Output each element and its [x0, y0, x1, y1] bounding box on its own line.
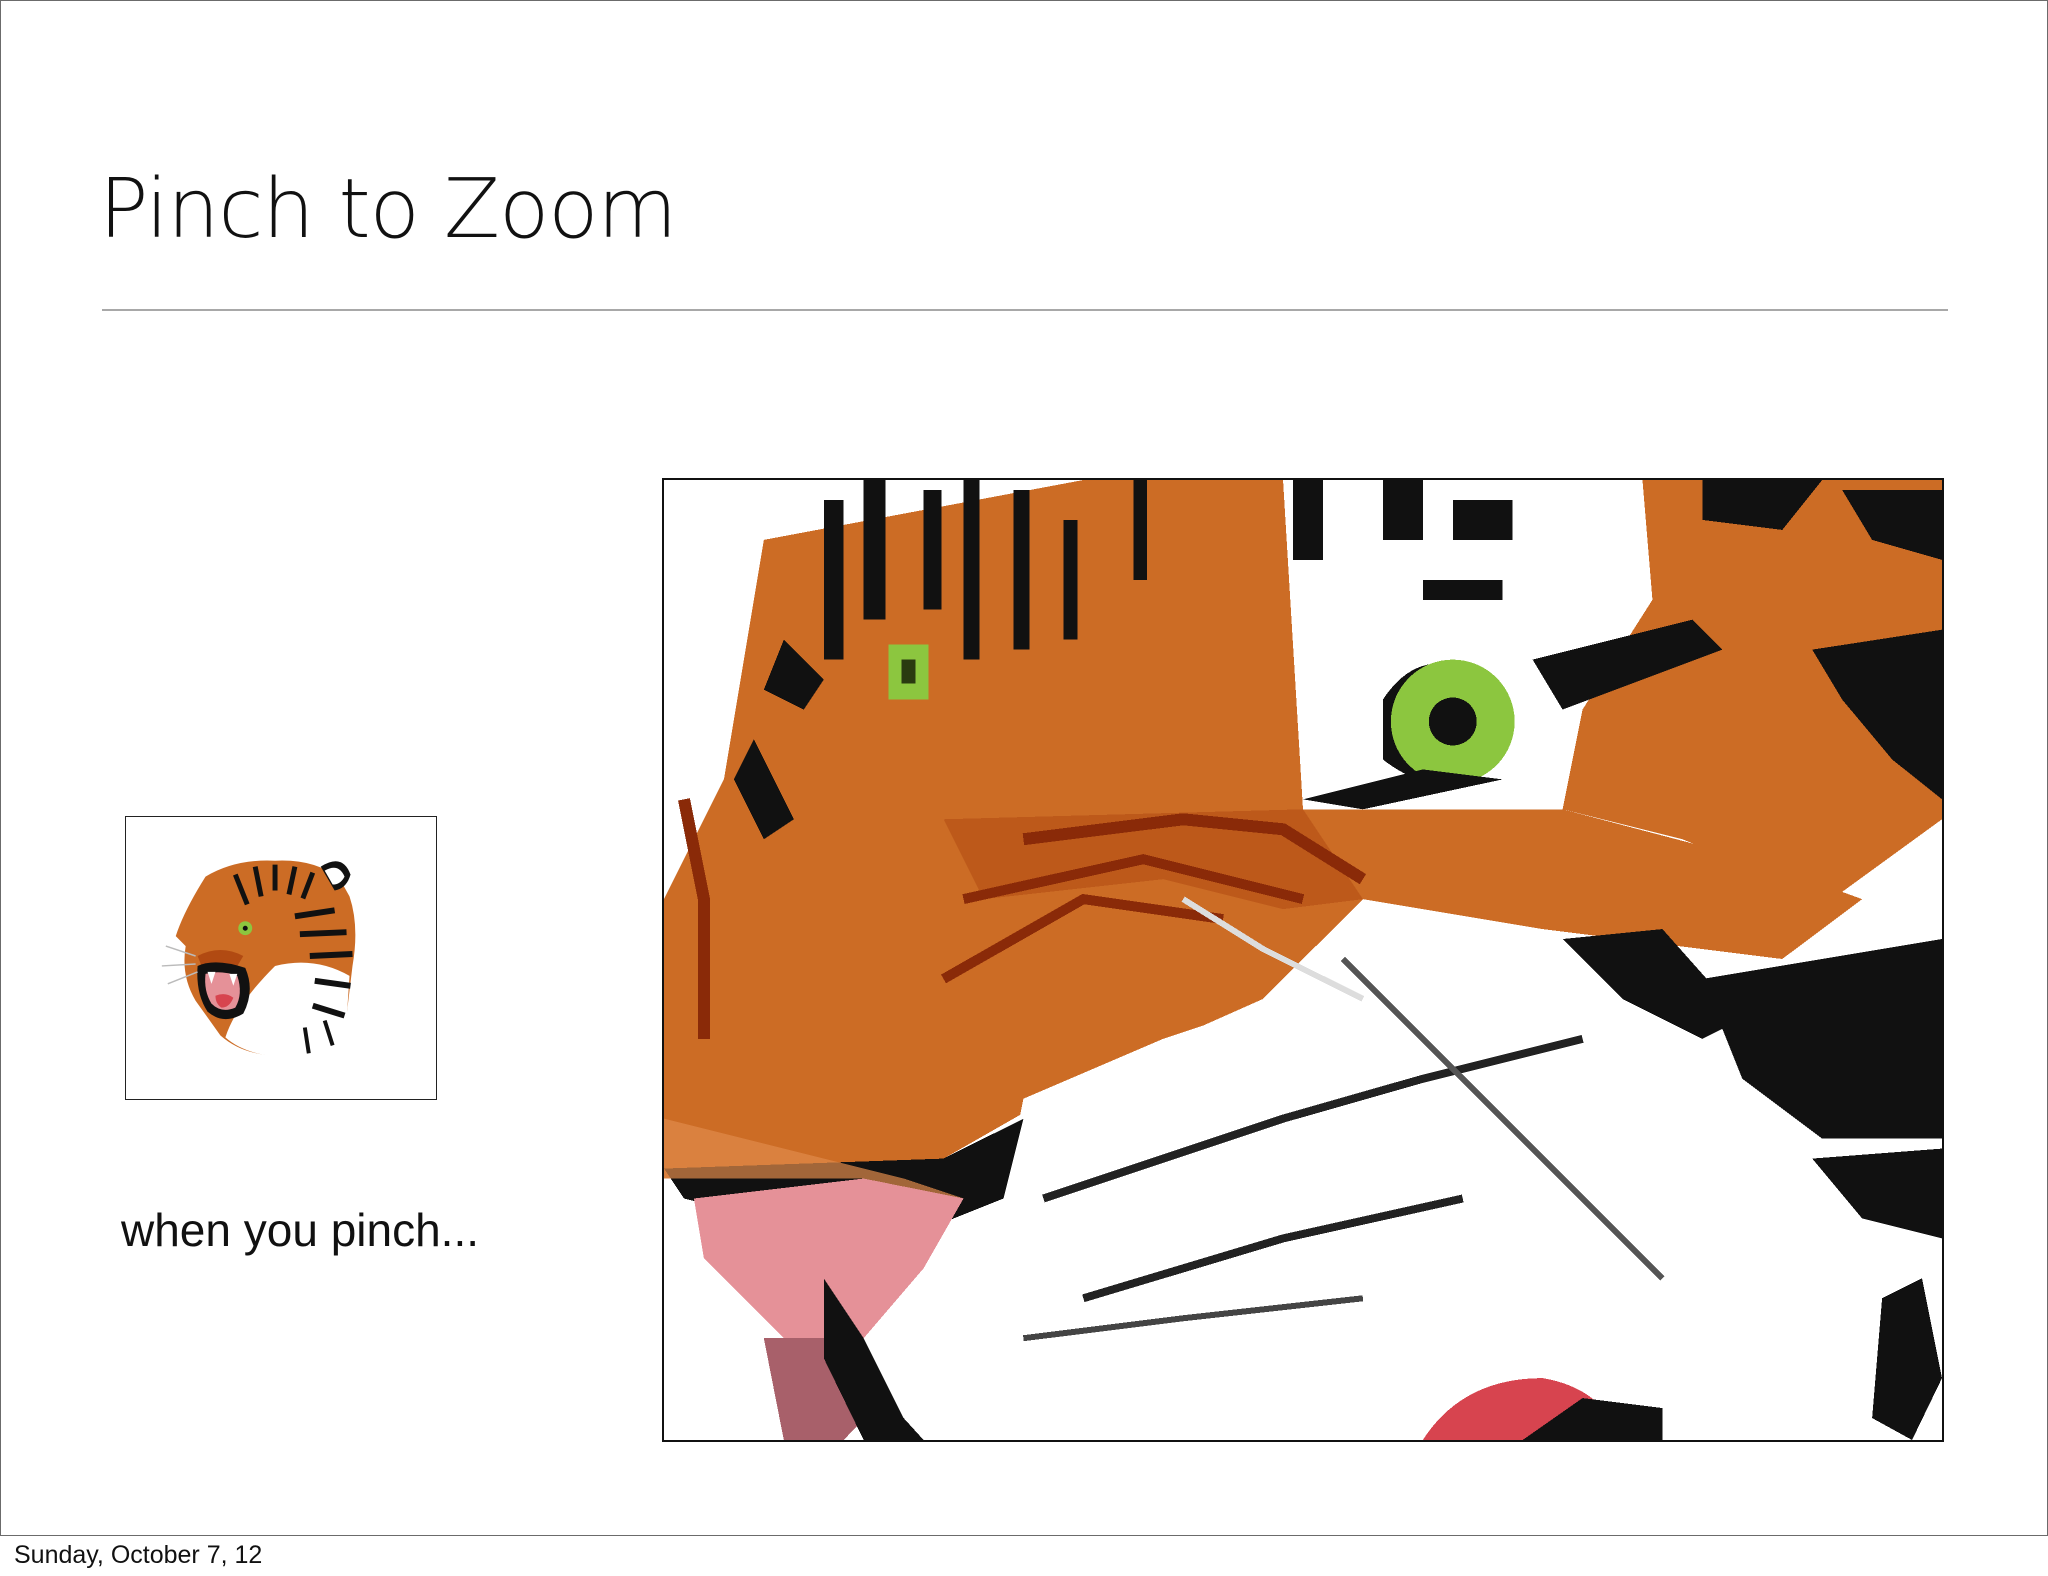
- title-divider: [102, 309, 1948, 311]
- zoomed-image-frame: [662, 478, 1944, 1442]
- tiger-thumbnail-image: [161, 860, 356, 1058]
- slide: Pinch to Zoom when you pinch...: [0, 0, 2048, 1536]
- thumbnail-image-frame: [125, 816, 437, 1100]
- tiger-zoomed-image: [664, 480, 1942, 1440]
- slide-title: Pinch to Zoom: [99, 162, 677, 257]
- footer-date: Sunday, October 7, 12: [14, 1541, 263, 1569]
- caption-text: when you pinch...: [121, 1204, 480, 1256]
